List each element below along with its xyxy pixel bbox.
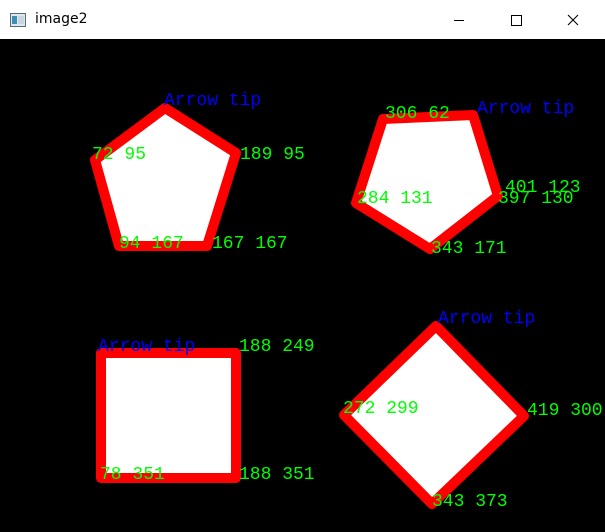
pentagon-left-coord-label: 189 95 [240, 145, 305, 165]
diamond-coord-label: 343 373 [432, 492, 508, 512]
close-icon [567, 14, 579, 26]
square-shape [96, 348, 241, 483]
square-tip-label: Arrow tip [98, 337, 195, 357]
square-coord-label: 78 351 [100, 465, 165, 485]
pentagon-right-shape [351, 110, 503, 254]
image-window-icon [10, 12, 26, 27]
pentagon-right-coord-label: 343 171 [431, 239, 507, 259]
pentagon-left-coord-label: 167 167 [212, 234, 288, 254]
pentagon-left-tip-label: Arrow tip [164, 91, 261, 111]
pentagon-right-coord-label: 397 130 [498, 189, 574, 209]
maximize-button[interactable] [493, 0, 539, 39]
maximize-icon [510, 14, 522, 26]
pentagon-left-coord-label: 72 95 [92, 145, 146, 165]
image-window: image2 Arrow tip 72 95 189 95 94 167 167… [0, 0, 605, 532]
image-canvas: Arrow tip 72 95 189 95 94 167 167 167 30… [0, 39, 605, 532]
pentagon-left-shape [90, 103, 241, 251]
diamond-tip-label: Arrow tip [438, 309, 535, 329]
minimize-button[interactable] [436, 0, 482, 39]
close-button[interactable] [550, 0, 596, 39]
pentagon-right-coord-label: 306 62 [385, 104, 450, 124]
diamond-coord-label: 272 299 [343, 399, 419, 419]
window-title: image2 [35, 11, 88, 27]
square-coord-label: 188 351 [239, 465, 315, 485]
minimize-icon [453, 14, 465, 26]
pentagon-right-coord-label: 284 131 [357, 189, 433, 209]
pentagon-left-coord-label: 94 167 [119, 234, 184, 254]
square-coord-label: 188 249 [239, 337, 315, 357]
title-bar[interactable]: image2 [0, 0, 605, 40]
diamond-coord-label: 419 300 [527, 401, 603, 421]
pentagon-right-tip-label: Arrow tip [477, 99, 574, 119]
